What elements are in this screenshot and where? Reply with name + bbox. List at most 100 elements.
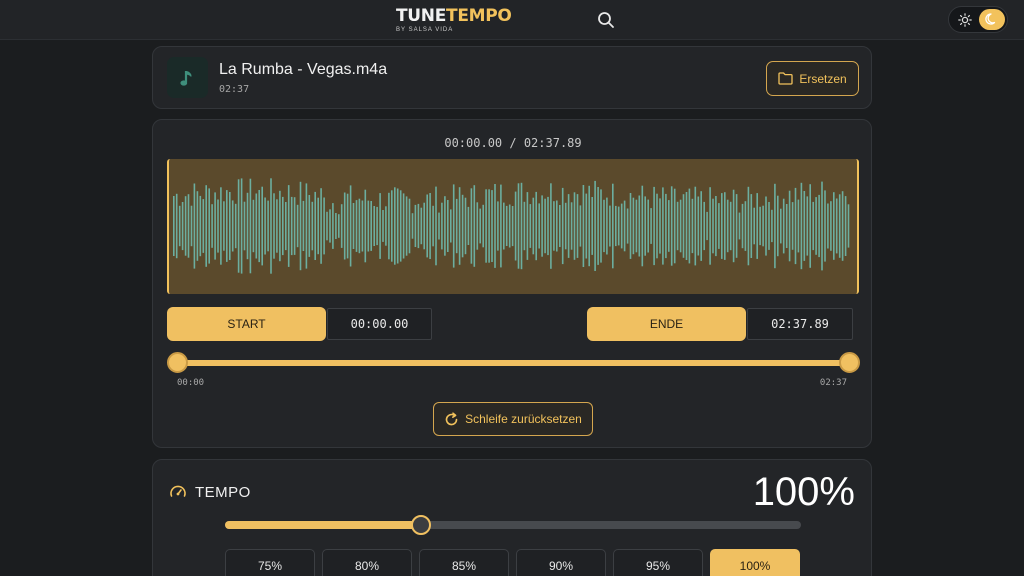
end-time-field[interactable]: 02:37.89	[747, 308, 853, 340]
waveform-bar	[208, 188, 210, 264]
waveform-bar	[252, 199, 255, 253]
tempo-preset-100[interactable]: 100%	[710, 549, 800, 576]
waveform-bar	[196, 191, 199, 261]
waveform-bar	[541, 195, 543, 257]
waveform-bar	[650, 208, 652, 244]
tempo-preset-90[interactable]: 90%	[516, 549, 606, 576]
waveform-bar	[535, 191, 537, 261]
tempo-slider-track[interactable]	[225, 521, 801, 529]
tempo-label: TEMPO	[195, 484, 251, 501]
waveform-bar	[273, 193, 275, 259]
waveform-bar	[411, 213, 414, 239]
waveform-bar	[673, 188, 676, 264]
reset-loop-button[interactable]: Schleife zurücksetzen	[433, 402, 593, 436]
waveform-bar	[482, 204, 484, 248]
waveform-bar	[317, 197, 319, 255]
waveform-bar	[370, 201, 372, 251]
waveform-bar	[570, 202, 573, 250]
dark-mode-knob[interactable]	[979, 9, 1005, 30]
tempo-value: 100%	[752, 470, 855, 514]
folder-icon	[778, 72, 793, 85]
waveform-bar	[818, 194, 820, 258]
waveform-bar	[438, 212, 440, 240]
tempo-preset-85[interactable]: 85%	[419, 549, 509, 576]
waveform-bar	[193, 183, 196, 269]
loop-range-track[interactable]	[177, 360, 849, 366]
waveform-bar	[617, 206, 620, 246]
top-bar: TUNETEMPO BY SALSA VIDA	[0, 0, 1024, 40]
waveform-bar	[205, 185, 207, 267]
waveform-bar	[777, 195, 779, 257]
waveform-bar	[768, 202, 770, 250]
waveform-bar	[491, 190, 493, 262]
waveform-bar	[237, 179, 240, 273]
waveform-bar	[514, 191, 517, 261]
waveform-bar	[343, 192, 346, 260]
waveform-bar	[785, 204, 788, 248]
waveform-bar	[623, 200, 626, 252]
start-time-field[interactable]: 00:00.00	[327, 308, 432, 340]
playback-time: 00:00.00 / 02:37.89	[444, 136, 582, 150]
waveform-bar	[464, 197, 467, 255]
waveform-bar	[396, 188, 399, 264]
waveform-bar	[202, 199, 205, 253]
waveform-bar	[352, 203, 355, 249]
file-name: La Rumba - Vegas.m4a	[219, 61, 388, 78]
waveform-bar	[320, 188, 322, 264]
waveform-bar	[847, 204, 850, 248]
waveform-bar	[444, 196, 446, 256]
waveform-bar	[600, 189, 602, 263]
waveform-bar	[523, 201, 526, 251]
loop-start-handle[interactable]	[167, 352, 188, 373]
waveform-bar	[296, 204, 299, 248]
theme-toggle[interactable]	[948, 6, 1008, 33]
replace-button[interactable]: Ersetzen	[766, 61, 859, 96]
waveform-bar	[461, 194, 464, 258]
search-icon[interactable]	[597, 11, 615, 29]
waveform-bar	[346, 193, 349, 259]
waveform-bar	[756, 193, 758, 259]
waveform-bar	[287, 185, 290, 267]
start-button-label: START	[227, 317, 266, 331]
waveform-bar	[458, 187, 461, 265]
waveform-bar	[794, 187, 797, 265]
waveform-bar	[703, 201, 705, 251]
waveform-bar	[402, 193, 405, 259]
moon-icon	[985, 13, 996, 25]
waveform-bar	[220, 187, 222, 265]
logo-wordmark: TUNETEMPO	[396, 7, 512, 25]
waveform-bar	[582, 185, 585, 267]
tempo-card: TEMPO 100% 75% 80% 85% 90% 95% 100%	[152, 459, 872, 576]
app-logo[interactable]: TUNETEMPO BY SALSA VIDA	[396, 7, 512, 33]
tempo-presets: 75% 80% 85% 90% 95% 100%	[225, 549, 801, 576]
waveform-bar	[432, 205, 434, 247]
tempo-slider-handle[interactable]	[410, 515, 431, 535]
waveform-bar	[376, 206, 378, 246]
file-duration: 02:37	[219, 84, 250, 95]
waveform-bar	[735, 194, 738, 258]
waveform-bar	[526, 192, 529, 260]
waveform-bar	[494, 184, 496, 268]
tempo-preset-80[interactable]: 80%	[322, 549, 412, 576]
waveform-bar	[780, 208, 782, 244]
waveform-bar	[426, 194, 428, 258]
waveform-bar	[308, 195, 311, 257]
tempo-preset-95[interactable]: 95%	[613, 549, 703, 576]
waveform-bar	[838, 194, 841, 258]
waveform-bar	[505, 205, 508, 246]
loop-end-handle[interactable]	[839, 352, 860, 373]
end-button[interactable]: ENDE	[587, 307, 746, 341]
waveform-bar	[379, 193, 381, 259]
waveform[interactable]	[167, 159, 859, 294]
waveform-bar	[803, 191, 806, 261]
waveform-bar	[326, 211, 328, 241]
waveform-bar	[184, 196, 187, 256]
tempo-preset-75[interactable]: 75%	[225, 549, 315, 576]
waveform-bar	[473, 185, 476, 267]
reset-loop-label: Schleife zurücksetzen	[465, 412, 582, 426]
waveform-bar	[361, 200, 364, 252]
waveform-bar	[724, 192, 726, 260]
waveform-bar	[447, 200, 449, 252]
start-button[interactable]: START	[167, 307, 326, 341]
waveform-bar	[373, 206, 375, 246]
